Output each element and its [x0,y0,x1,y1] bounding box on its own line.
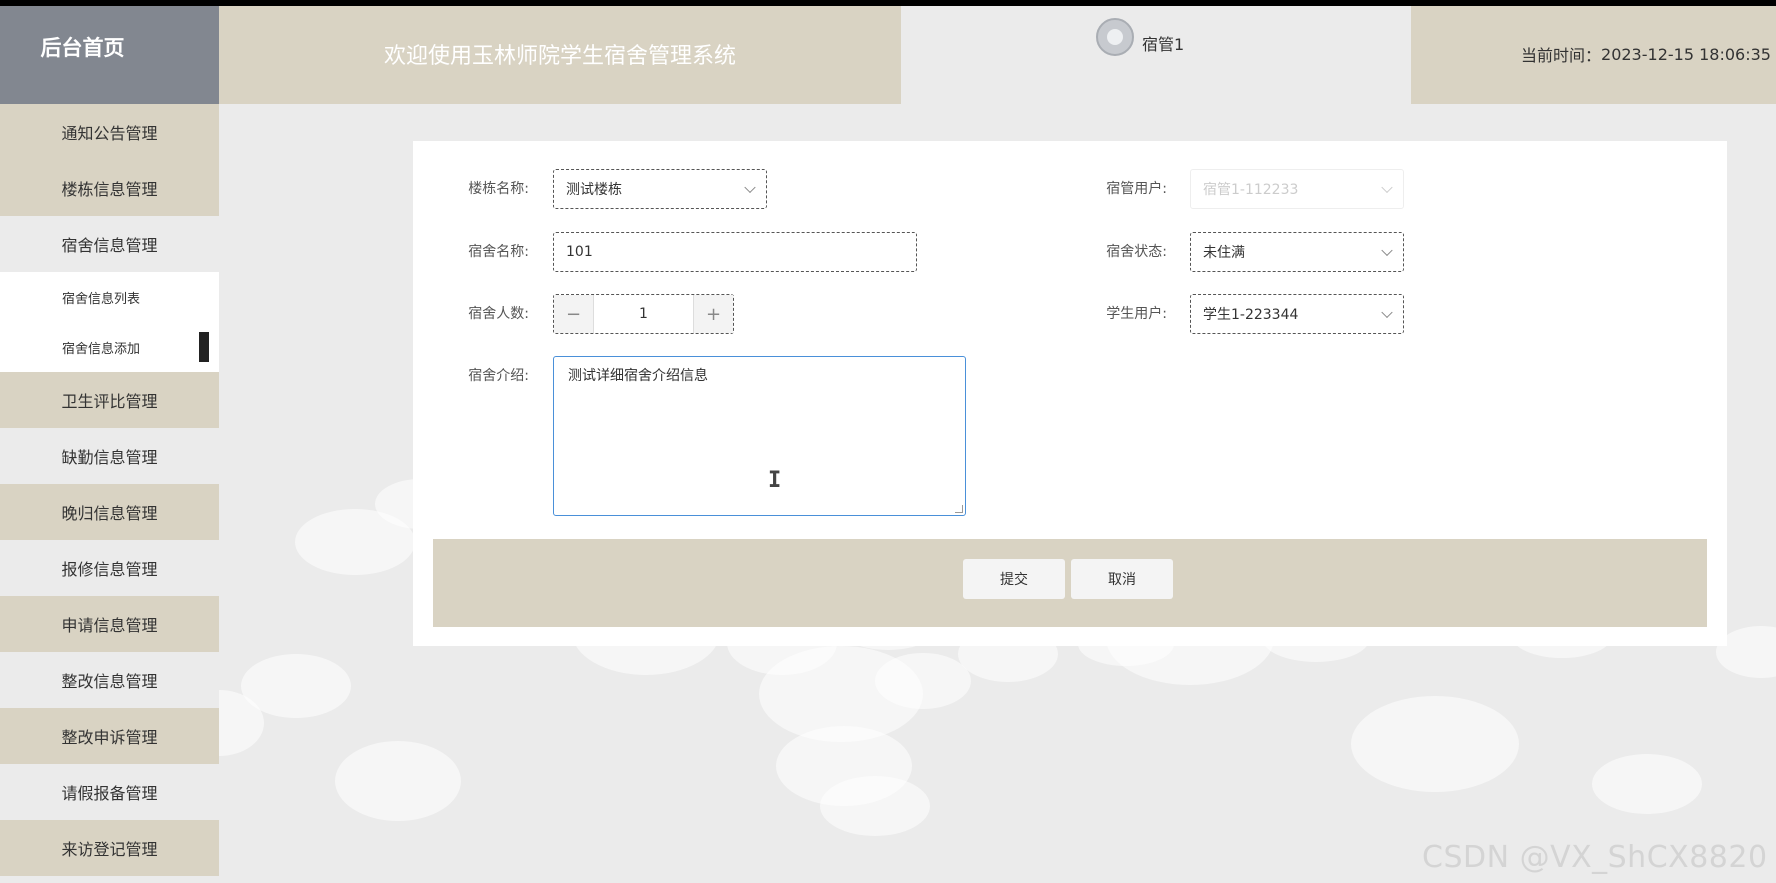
room-status-label: 宿舍状态: [1106,244,1167,260]
intro-value: 测试详细宿舍介绍信息 [568,368,708,384]
form-actions: 提交 取消 [433,539,1707,627]
time-value: 2023-12-15 18:06:35 [1601,44,1771,64]
welcome-banner: 欢迎使用玉林师院学生宿舍管理系统 [219,6,901,104]
room-status-select[interactable]: 未住满 [1190,232,1404,272]
sidebar-item-late-return[interactable]: 晚归信息管理 [0,484,219,540]
building-label: 楼栋名称: [468,181,529,197]
room-name-input[interactable]: 101 [553,232,917,272]
sidebar-item-rectification[interactable]: 整改信息管理 [0,652,219,708]
sidebar-item-visitor[interactable]: 来访登记管理 [0,820,219,876]
sidebar-item-absence[interactable]: 缺勤信息管理 [0,428,219,484]
home-link[interactable]: 后台首页 [0,6,219,104]
text-cursor-icon: I [768,468,782,493]
building-value: 测试楼栋 [566,182,622,198]
chevron-down-icon [1381,181,1393,194]
sidebar-item-dorm[interactable]: 宿舍信息管理 [0,216,219,272]
sidebar-subitem-label: 宿舍信息添加 [62,341,141,357]
active-indicator [199,332,209,362]
building-select[interactable]: 测试楼栋 [553,169,767,209]
manager-value: 宿管1-112233 [1203,182,1299,198]
sidebar: 通知公告管理 楼栋信息管理 宿舍信息管理 宿舍信息列表 宿舍信息添加 卫生评比管… [0,104,219,883]
chevron-down-icon [1381,244,1393,257]
sidebar-item-leave[interactable]: 请假报备管理 [0,764,219,820]
sidebar-subitem-label: 宿舍信息列表 [62,291,141,307]
sidebar-subitem-dorm-list[interactable]: 宿舍信息列表 [0,272,219,322]
resize-handle[interactable] [955,505,963,513]
background-bubble [875,653,971,709]
chevron-down-icon [744,181,756,194]
app-window: 后台首页 欢迎使用玉林师院学生宿舍管理系统 宿管1 当前时间： 2023-12-… [0,6,1776,883]
student-select[interactable]: 学生1-223344 [1190,294,1404,334]
occupancy-label: 宿舍人数: [468,306,529,322]
background-bubble [1592,754,1702,814]
manager-select: 宿管1-112233 [1190,169,1404,209]
decrement-button[interactable]: − [554,295,594,333]
intro-textarea[interactable]: 测试详细宿舍介绍信息 I [553,356,966,516]
username[interactable]: 宿管1 [1142,31,1184,55]
manager-label: 宿管用户: [1106,181,1167,197]
watermark: CSDN @VX_ShCX8820 [1422,840,1768,875]
background-bubble [1351,696,1519,792]
room-name-value: 101 [566,244,593,260]
sidebar-item-repair[interactable]: 报修信息管理 [0,540,219,596]
dorm-add-form: 楼栋名称: 测试楼栋 宿管用户: 宿管1-112233 宿舍名称: 101 宿舍… [413,141,1727,646]
submit-button[interactable]: 提交 [963,559,1065,599]
sidebar-subitem-dorm-add[interactable]: 宿舍信息添加 [0,322,219,372]
background-bubble [335,741,461,821]
sidebar-item-application[interactable]: 申请信息管理 [0,596,219,652]
cancel-button[interactable]: 取消 [1071,559,1173,599]
user-area: 宿管1 [901,6,1411,104]
sidebar-item-building[interactable]: 楼栋信息管理 [0,160,219,216]
sidebar-item-hygiene[interactable]: 卫生评比管理 [0,372,219,428]
intro-label: 宿舍介绍: [468,368,529,384]
avatar[interactable] [1096,18,1134,56]
chevron-down-icon [1381,306,1393,319]
student-value: 学生1-223344 [1203,307,1299,323]
background-bubble [820,776,930,836]
time-label: 当前时间： [1521,46,1602,65]
occupancy-stepper[interactable]: − 1 + [553,294,734,334]
increment-button[interactable]: + [693,295,733,333]
student-label: 学生用户: [1106,306,1167,322]
sidebar-item-notice[interactable]: 通知公告管理 [0,104,219,160]
occupancy-value[interactable]: 1 [594,295,693,333]
sidebar-item-appeal[interactable]: 整改申诉管理 [0,708,219,764]
top-header: 后台首页 欢迎使用玉林师院学生宿舍管理系统 宿管1 当前时间： 2023-12-… [0,6,1776,104]
current-time: 当前时间： 2023-12-15 18:06:35 [1411,6,1776,104]
room-name-label: 宿舍名称: [468,244,529,260]
room-status-value: 未住满 [1203,245,1245,261]
